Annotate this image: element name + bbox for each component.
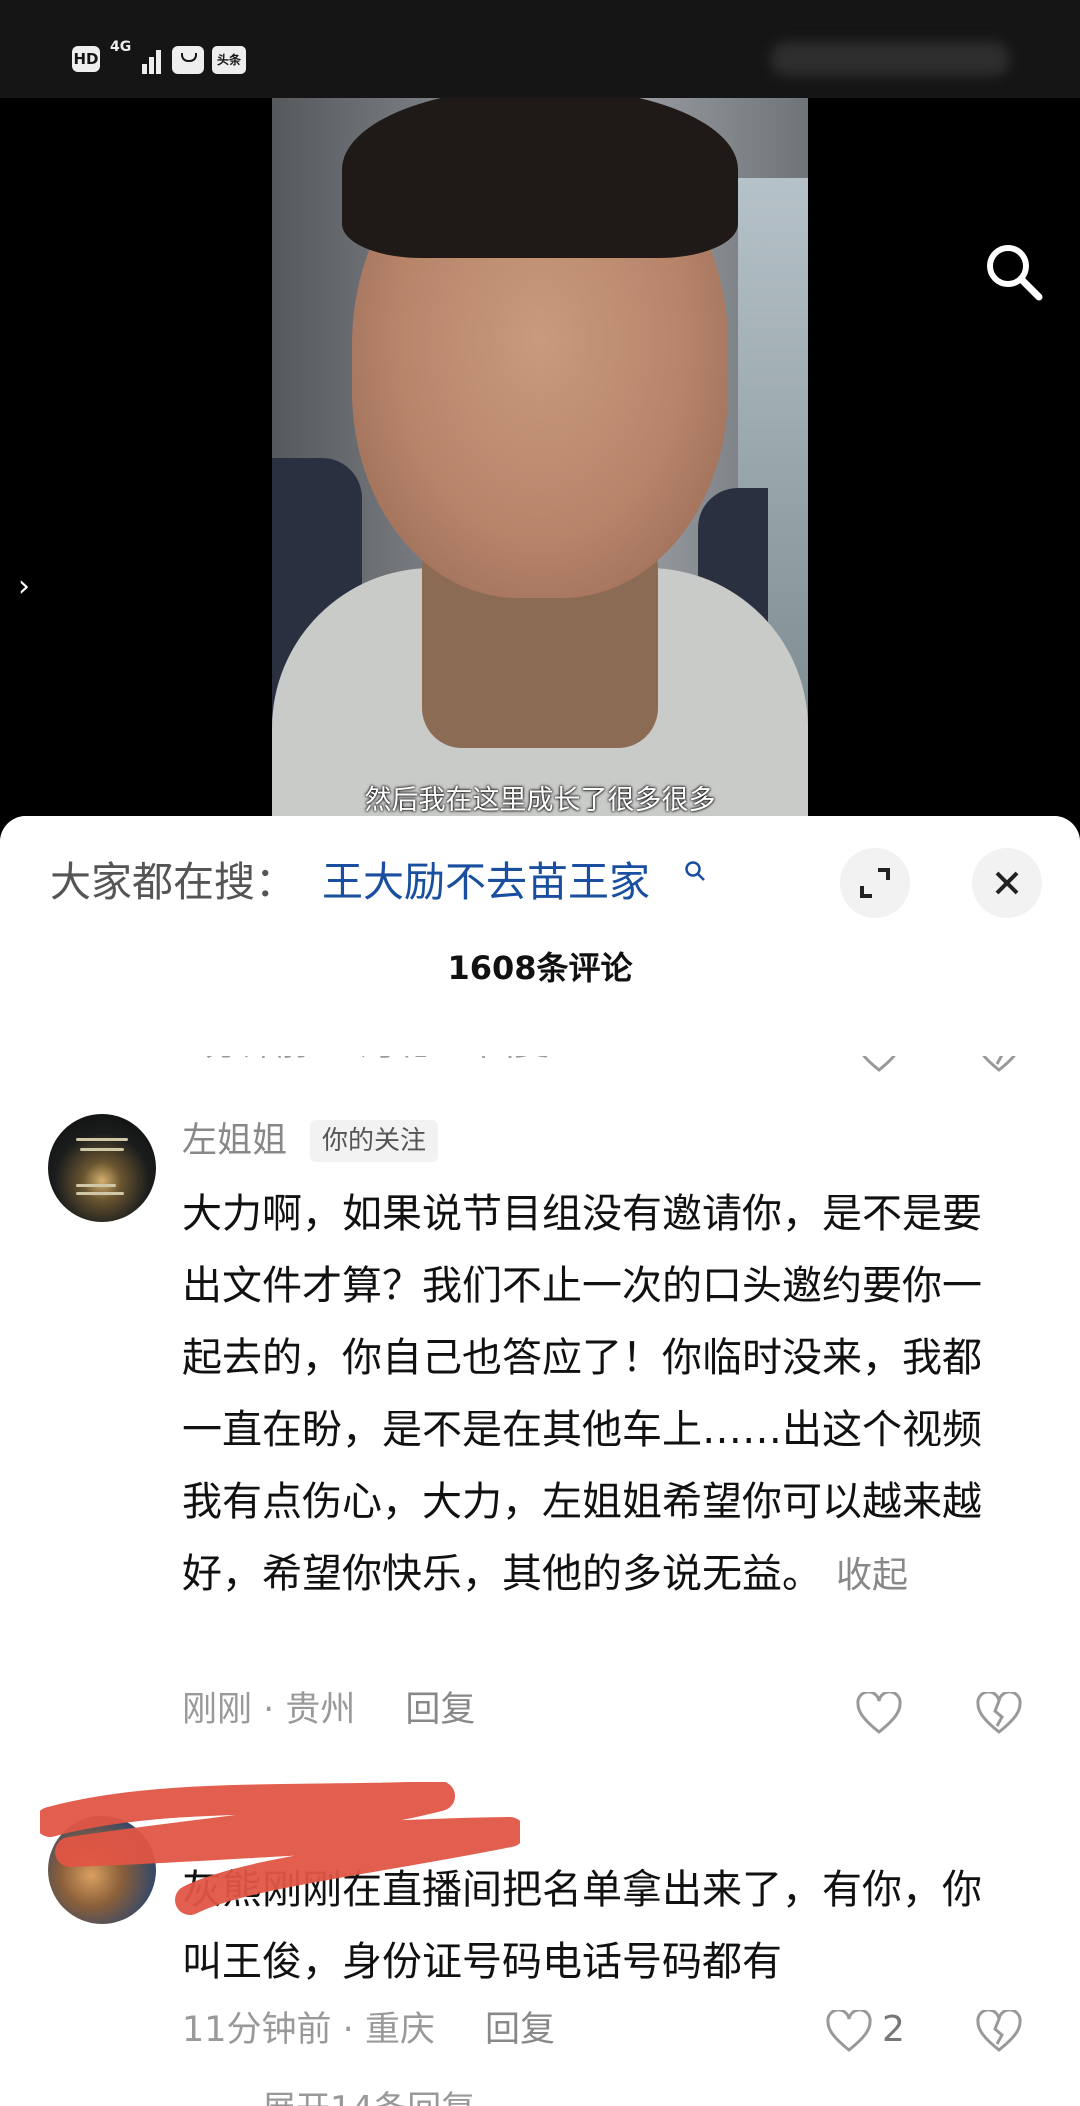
signal-icon bbox=[128, 44, 164, 74]
sheet-header: 大家都在搜： 王大励不去苗王家 1608条评论 bbox=[0, 816, 1080, 1056]
hot-search-link[interactable]: 王大励不去苗王家 bbox=[322, 854, 650, 910]
collapse-link[interactable]: 收起 bbox=[836, 1555, 908, 1596]
comment-meta: 刚刚 · 贵州 回复 bbox=[182, 1690, 476, 1730]
shopping-bag-icon bbox=[172, 46, 204, 74]
comment-username[interactable]: 左姐姐 bbox=[182, 1116, 287, 1166]
video-frame bbox=[272, 98, 808, 818]
comment-meta: 11分钟前 · 重庆 回复 bbox=[182, 2010, 555, 2050]
expand-replies-link[interactable]: 展开14条回复 bbox=[262, 2084, 475, 2106]
expand-icon[interactable] bbox=[840, 848, 910, 918]
video-subtitle: 然后我在这里成长了很多很多 bbox=[364, 785, 716, 816]
avatar[interactable] bbox=[48, 1114, 156, 1222]
comment-text: 大力啊，如果说节目组没有邀请你，是不是要出文件才算？我们不止一次的口头邀约要你一… bbox=[182, 1191, 982, 1597]
reply-button[interactable]: 回复 bbox=[485, 2010, 555, 2050]
heart-icon[interactable] bbox=[826, 2010, 872, 2052]
reply-button[interactable]: 回复 bbox=[405, 1690, 475, 1730]
search-icon[interactable] bbox=[982, 240, 1044, 302]
status-bar: HD 4G 头条 bbox=[0, 0, 1080, 98]
comment-count: 1608条评论 bbox=[447, 949, 633, 987]
redaction-scribble bbox=[40, 1782, 520, 1915]
broken-heart-icon[interactable] bbox=[976, 2010, 1022, 2052]
broken-heart-icon[interactable] bbox=[976, 1692, 1022, 1734]
hot-search-label: 大家都在搜： bbox=[50, 858, 296, 906]
hd-icon: HD bbox=[72, 46, 100, 72]
chevron-right-icon[interactable]: › bbox=[18, 572, 30, 602]
heart-icon[interactable] bbox=[856, 1692, 902, 1734]
follow-tag: 你的关注 bbox=[310, 1120, 439, 1162]
search-icon bbox=[685, 861, 705, 881]
blurred-status-area bbox=[770, 42, 1010, 76]
close-icon[interactable] bbox=[972, 848, 1042, 918]
like-count: 2 bbox=[882, 2009, 905, 2050]
comment-sheet: 7分钟前河北回复 大家都在搜： 王大励不去苗王家 1608条评论 左姐姐 你的关… bbox=[0, 816, 1080, 2106]
video-player[interactable]: 然后我在这里成长了很多很多 › bbox=[0, 98, 1080, 818]
toutiao-icon: 头条 bbox=[212, 46, 246, 74]
